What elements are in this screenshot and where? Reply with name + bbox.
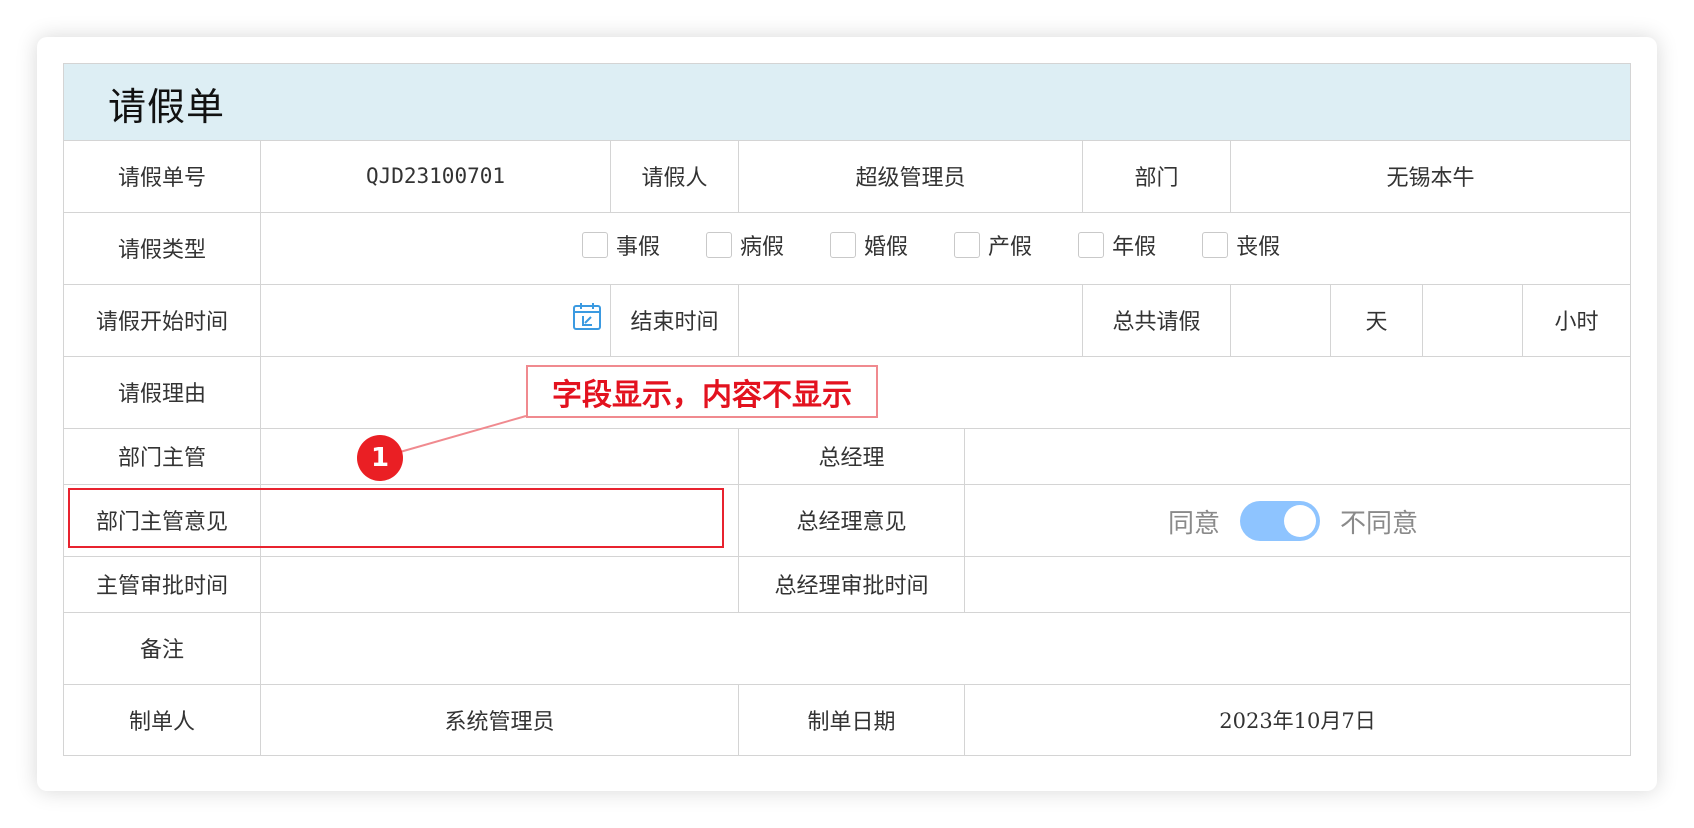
annotation-marker: 1 — [357, 435, 403, 481]
annotation-callout: 字段显示，内容不显示 — [526, 365, 878, 418]
